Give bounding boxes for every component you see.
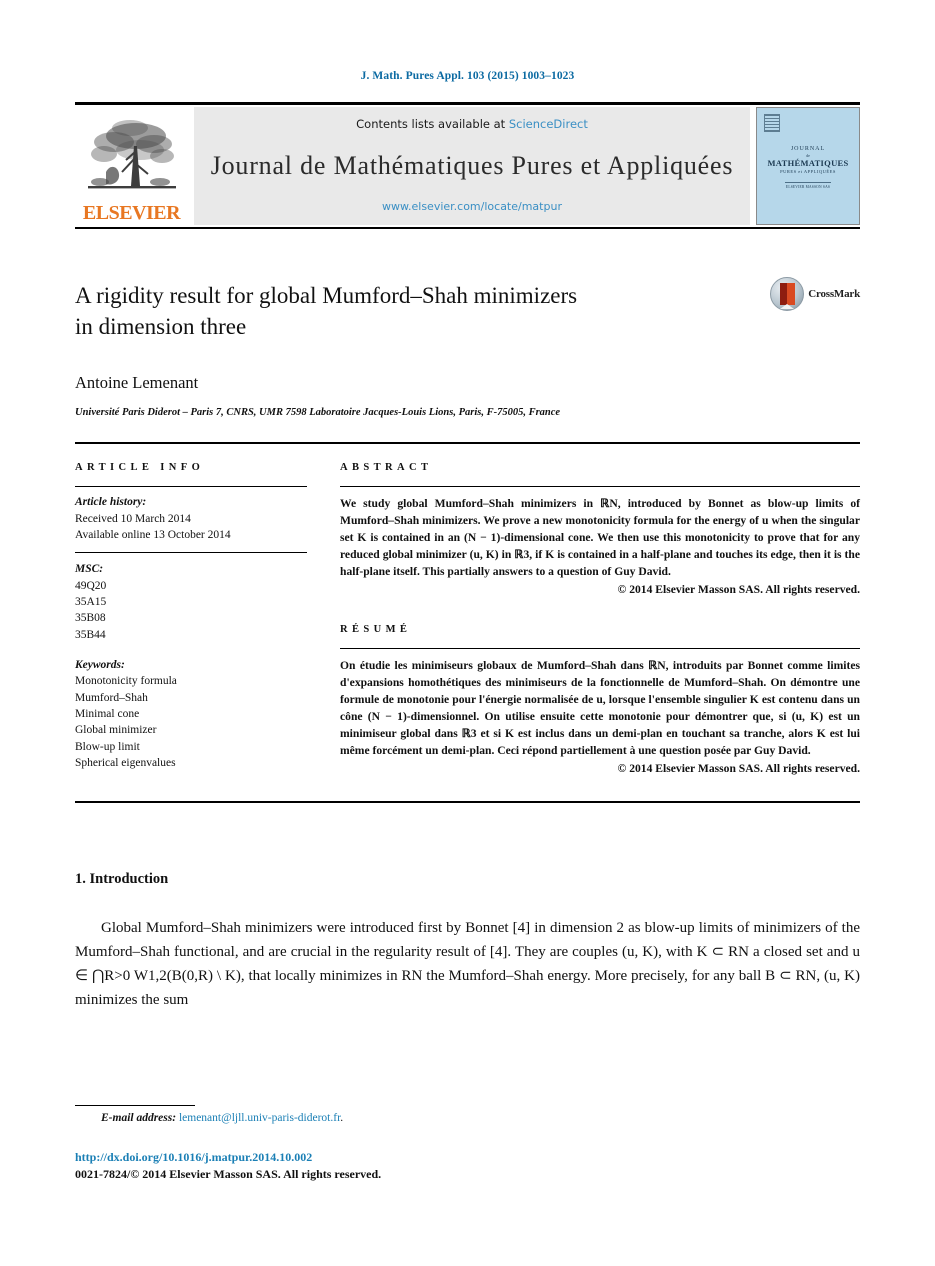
cover-stamp-icon [764, 114, 780, 132]
msc-label: MSC: [75, 563, 104, 576]
keyword-item: Global minimizer [75, 724, 157, 737]
contents-available-line: Contents lists available at ScienceDirec… [356, 117, 588, 131]
crossmark-label: CrossMark [808, 288, 860, 300]
msc-code: 35A15 [75, 596, 107, 609]
keywords-block: Keywords: Monotonicity formula Mumford–S… [75, 657, 307, 771]
resume-copyright: © 2014 Elsevier Masson SAS. All rights r… [617, 761, 860, 775]
journal-cover-thumbnail[interactable]: JOURNAL de MATHÉMATIQUES PURES et APPLIQ… [756, 107, 860, 225]
article-history-line: Received 10 March 2014 [75, 512, 191, 525]
journal-band: Contents lists available at ScienceDirec… [194, 107, 750, 225]
cover-line-1: JOURNAL [790, 146, 826, 152]
article-info-heading: ARTICLE INFO [75, 462, 205, 474]
article-info-rule-1 [75, 486, 307, 488]
keyword-item: Monotonicity formula [75, 675, 177, 688]
article-info-column: ARTICLE INFO Article history: Received 1… [75, 462, 307, 774]
keyword-item: Spherical eigenvalues [75, 756, 176, 769]
msc-block: MSC: 49Q20 35A15 35B08 35B44 [75, 561, 307, 643]
page-content: J. Math. Pures Appl. 103 (2015) 1003–102… [75, 0, 860, 1013]
cover-divider [784, 182, 832, 184]
doi-link[interactable]: http://dx.doi.org/10.1016/j.matpur.2014.… [75, 1150, 860, 1165]
masthead-top-rule [75, 102, 860, 105]
author-list: Antoine Lemenant [75, 372, 199, 392]
article-first-page: J. Math. Pures Appl. 103 (2015) 1003–102… [0, 0, 935, 1266]
info-top-rule [75, 442, 860, 445]
abstract-copyright: © 2014 Elsevier Masson SAS. All rights r… [617, 582, 860, 596]
keywords-label: Keywords: [75, 659, 125, 671]
crossmark-book-shape [780, 283, 796, 309]
keyword-item: Blow-up limit [75, 740, 140, 753]
title-block: A rigidity result for global Mumford–Sha… [75, 229, 860, 420]
resume-heading: RÉSUMÉ [340, 623, 412, 635]
crossmark-icon [770, 277, 805, 311]
journal-url-link[interactable]: www.elsevier.com/locate/matpur [382, 200, 562, 213]
sciencedirect-link[interactable]: ScienceDirect [509, 117, 588, 131]
email-period: . [340, 1112, 344, 1124]
abstract-heading: ABSTRACT [340, 462, 433, 474]
affiliation: Université Paris Diderot – Paris 7, CNRS… [75, 406, 561, 418]
cover-line-5: ELSEVIER MASSON SAS [785, 185, 831, 190]
page-footer: E-mail address: lemenant@ljll.univ-paris… [75, 1105, 860, 1182]
cover-image: JOURNAL de MATHÉMATIQUES PURES et APPLIQ… [756, 107, 860, 225]
resume-text: On étudie les minimiseurs globaux de Mum… [340, 658, 860, 757]
article-info-rule-2 [75, 552, 307, 554]
info-bottom-rule [75, 800, 860, 803]
abstract-rule [340, 486, 860, 488]
article-history-line: Available online 13 October 2014 [75, 529, 231, 542]
title-line-2: in dimension three [75, 313, 247, 339]
journal-masthead: ELSEVIER Contents lists available at Sci… [75, 107, 860, 225]
page-title: A rigidity result for global Mumford–Sha… [75, 281, 715, 343]
email-footnote: E-mail address: lemenant@ljll.univ-paris… [75, 1112, 860, 1124]
cover-line-4: PURES et APPLIQUÉES [780, 169, 836, 175]
email-label: E-mail address: [101, 1112, 177, 1124]
footnote-rule [75, 1105, 195, 1106]
article-history: Article history: Received 10 March 2014 … [75, 494, 307, 543]
keyword-item: Minimal cone [75, 707, 140, 720]
journal-title: Journal de Mathématiques Pures et Appliq… [210, 150, 734, 180]
elsevier-logo: ELSEVIER [75, 107, 188, 225]
msc-code: 49Q20 [75, 579, 107, 592]
elsevier-wordmark: ELSEVIER [82, 202, 181, 224]
msc-code: 35B08 [75, 612, 106, 625]
article-history-label: Article history: [75, 496, 147, 509]
keyword-item: Mumford–Shah [75, 691, 148, 704]
abstract-column: ABSTRACT We study global Mumford–Shah mi… [340, 462, 860, 775]
email-link[interactable]: lemenant@ljll.univ-paris-diderot.fr [179, 1112, 340, 1124]
contents-prefix: Contents lists available at [356, 117, 509, 131]
crossmark-badge[interactable]: CrossMark [770, 277, 860, 311]
elsevier-tree-icon [87, 120, 176, 189]
resume-rule [340, 647, 860, 649]
cover-line-3: MATHÉMATIQUES [767, 157, 849, 168]
running-head: J. Math. Pures Appl. 103 (2015) 1003–102… [360, 70, 575, 82]
info-abstract-columns: ARTICLE INFO Article history: Received 1… [75, 462, 860, 775]
introduction-paragraph: Global Mumford–Shah minimizers were intr… [75, 919, 860, 1009]
abstract-text: We study global Mumford–Shah minimizers … [340, 497, 860, 579]
section-title-introduction: 1. Introduction [75, 870, 169, 887]
msc-code: 35B44 [75, 628, 106, 641]
title-line-1: A rigidity result for global Mumford–Sha… [75, 283, 578, 308]
issn-copyright-line: 0021-7824/© 2014 Elsevier Masson SAS. Al… [75, 1167, 382, 1181]
